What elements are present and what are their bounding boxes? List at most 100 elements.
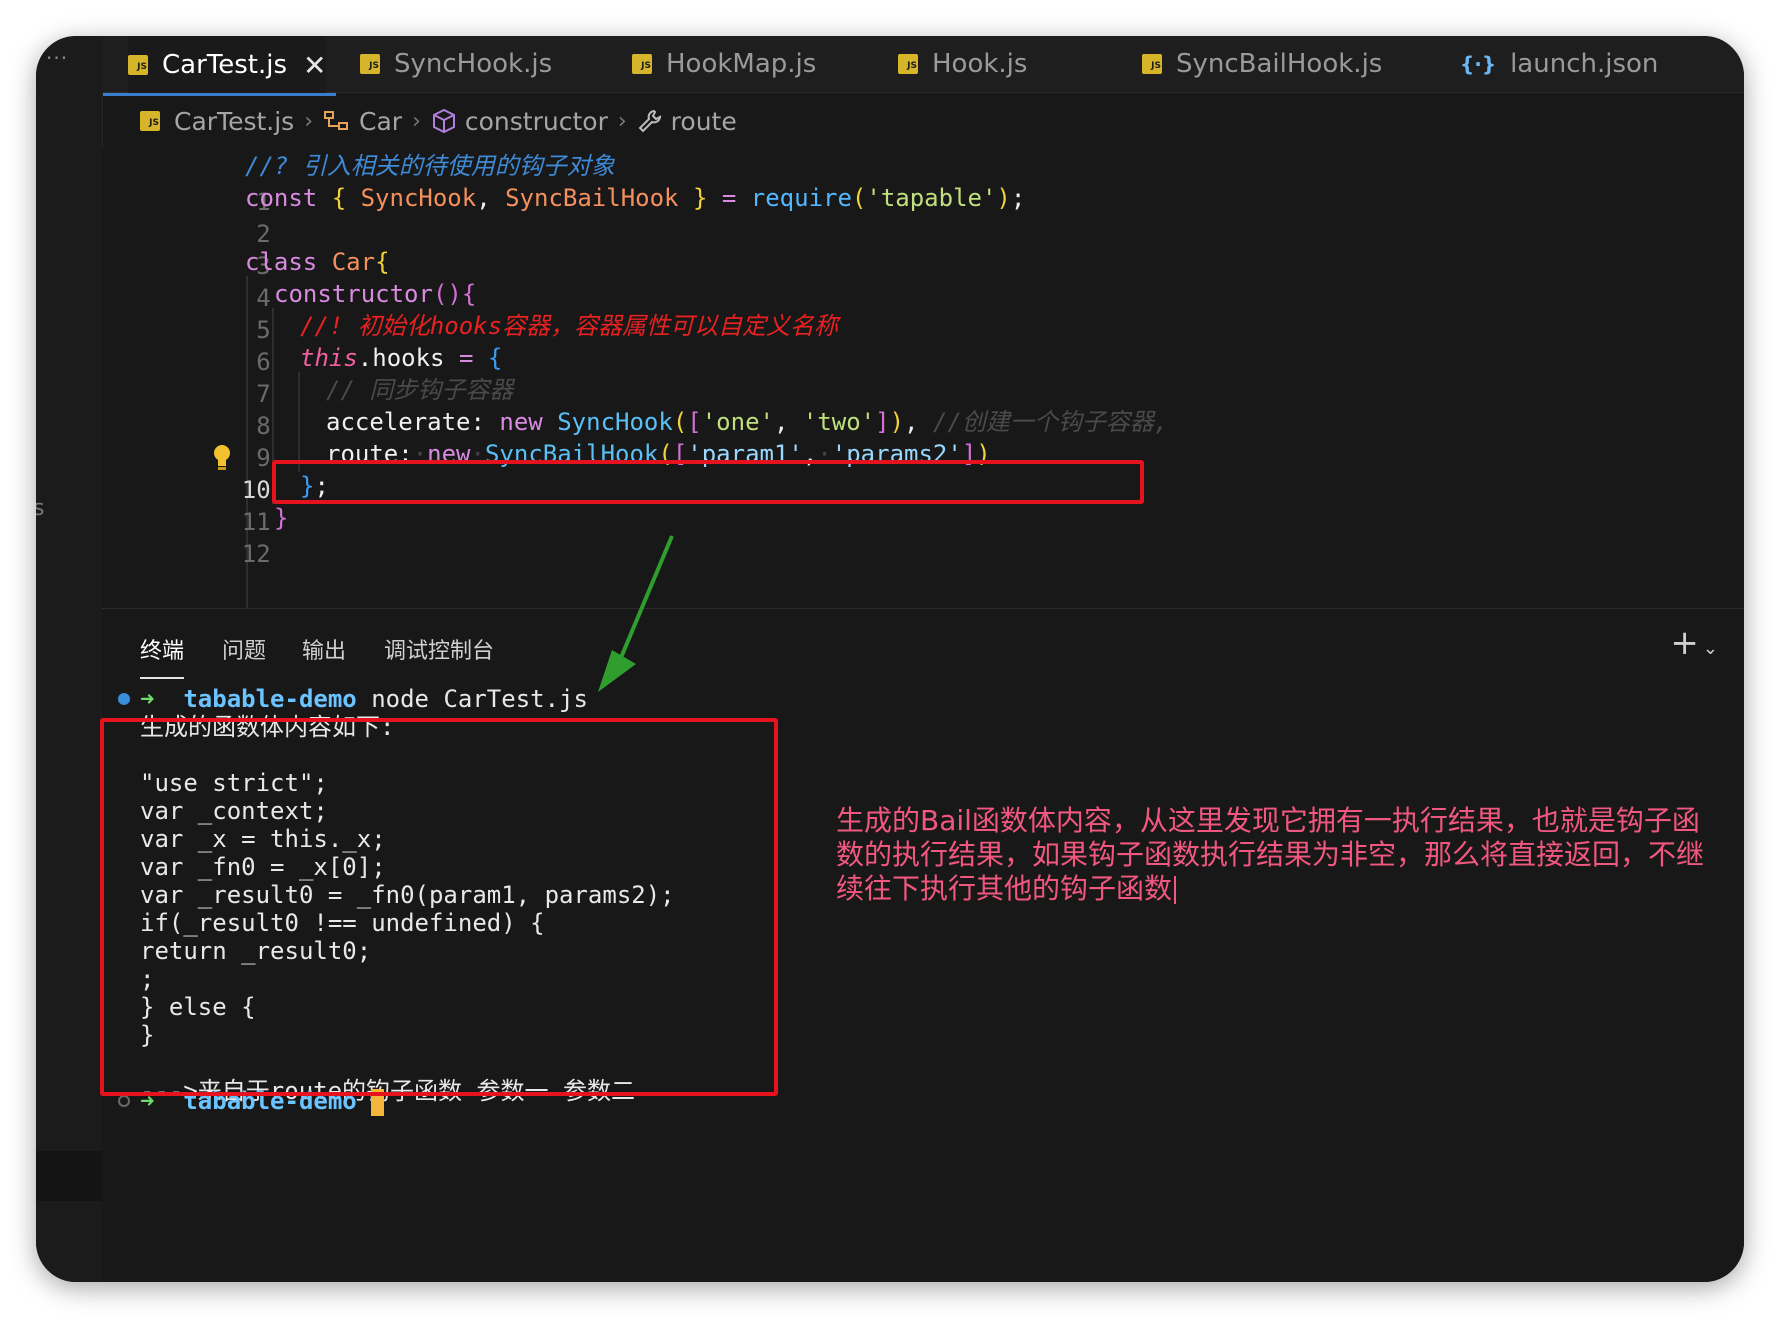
activity-bar-footer [36, 1151, 102, 1201]
code-editor[interactable]: 1 //? 引入相关的待使用的钩子对象 2 const { SyncHook, … [102, 148, 1744, 608]
tab-terminal[interactable]: 终端 [140, 633, 185, 679]
close-icon[interactable]: ✕ [303, 49, 326, 82]
text-caret [1174, 876, 1177, 904]
code-line: 2 const { SyncHook, SyncBailHook } = req… [102, 180, 1702, 248]
bracket: ] [875, 408, 890, 436]
brace: { [331, 184, 347, 212]
keyword: const [245, 184, 318, 212]
wrench-icon [637, 108, 663, 134]
operator: = [721, 184, 737, 212]
keyword: constructor [274, 280, 433, 308]
activity-bar: ··· s [36, 36, 103, 1282]
code-comment: //! 初始化hooks容器，容器属性可以自定义名称 [300, 312, 839, 340]
annotation-note: 生成的Bail函数体内容，从这里发现它拥有一执行结果，也就是钩子函数的执行结果，… [836, 804, 1706, 906]
keyword: class [245, 248, 318, 276]
js-file-icon: JS [140, 111, 160, 131]
operator: = [458, 344, 474, 372]
js-file-icon: JS [632, 54, 652, 74]
line-number: 12 [241, 540, 271, 568]
tab-hookmap[interactable]: JS HookMap.js [632, 36, 816, 92]
class-name: SyncHook [557, 408, 673, 436]
breadcrumb-file[interactable]: CarTest.js [174, 107, 294, 136]
paren: ( [672, 408, 688, 436]
highlight-box-output [100, 718, 778, 1096]
chevron-down-icon[interactable]: ⌄ [1703, 638, 1718, 659]
function-name: require [750, 184, 852, 212]
string: 'one' [701, 408, 774, 436]
paren: () [432, 280, 462, 308]
tab-synchook[interactable]: JS SyncHook.js [360, 36, 552, 92]
tab-label: SyncBailHook.js [1176, 49, 1383, 79]
code-line: 6 //! 初始化hooks容器，容器属性可以自定义名称 [102, 308, 1702, 376]
brace: } [692, 184, 708, 212]
js-file-icon: JS [360, 54, 380, 74]
terminal-prompt: ➜ tabable-demo node CarTest.js [140, 685, 588, 713]
tab-output[interactable]: 输出 [302, 633, 346, 665]
breadcrumb-class[interactable]: Car [359, 107, 402, 136]
code-comment: // 同步钩子容器 [326, 376, 514, 404]
code-line: 9 accelerate: new SyncHook(['one', 'two'… [102, 404, 1702, 472]
brace: { [461, 280, 477, 308]
breadcrumb-property[interactable]: route [671, 107, 737, 136]
property-name: accelerate [326, 408, 471, 436]
tab-label: Hook.js [932, 49, 1028, 79]
more-icon[interactable]: ··· [46, 46, 68, 70]
js-file-icon: JS [128, 55, 148, 75]
js-file-icon: JS [898, 54, 918, 74]
method-cube-icon [431, 108, 457, 134]
code-line: 5 constructor(){ [102, 276, 1702, 344]
bracket: [ [687, 408, 702, 436]
code-line: 4 class Car{ [102, 244, 1702, 312]
code-comment: //? 引入相关的待使用的钩子对象 [245, 152, 615, 180]
paren: ( [851, 184, 867, 212]
keyword: new [499, 408, 543, 436]
breadcrumb: JS CarTest.js › Car › constructor › rout… [102, 94, 1744, 148]
code-line: 8 // 同步钩子容器 [102, 372, 1702, 440]
punct: ; [1010, 184, 1026, 212]
js-file-icon: JS [1142, 54, 1162, 74]
code-line: 12 } [102, 500, 1702, 568]
annotation-text: 生成的Bail函数体内容，从这里发现它拥有一执行结果，也就是钩子函数的执行结果，… [836, 804, 1705, 905]
side-marker: s [36, 496, 45, 521]
punct: , [476, 184, 491, 212]
prompt-dir: tabable-demo [183, 685, 357, 713]
chevron-right-icon: › [412, 108, 421, 134]
tab-debug-console[interactable]: 调试控制台 [384, 633, 494, 665]
tab-label: CarTest.js [162, 50, 288, 80]
code-line: 1 //? 引入相关的待使用的钩子对象 [102, 148, 1702, 216]
json-file-icon: {·} [1460, 52, 1497, 76]
paren: ) [996, 184, 1011, 212]
code-comment: //创建一个钩子容器, [932, 408, 1169, 436]
code-line: 7 this.hooks = { [102, 340, 1702, 408]
class-name: Car [331, 248, 376, 276]
tab-label: SyncHook.js [394, 49, 553, 79]
identifier: SyncHook [360, 184, 477, 212]
tab-cartest[interactable]: JS CarTest.js ✕ [102, 36, 337, 96]
string: 'two' [802, 408, 876, 436]
tab-syncbailhook[interactable]: JS SyncBailHook.js [1142, 36, 1382, 92]
terminal-command: node CarTest.js [371, 685, 588, 713]
code-line: 3 [102, 212, 1702, 280]
tab-hook[interactable]: JS Hook.js [898, 36, 1027, 92]
lightbulb-icon[interactable] [212, 443, 232, 475]
breadcrumb-method[interactable]: constructor [465, 107, 608, 136]
punct: : [470, 408, 485, 436]
identifier: SyncBailHook [505, 184, 679, 212]
brace: { [487, 344, 503, 372]
string: 'tapable' [866, 184, 997, 212]
class-icon [323, 109, 351, 133]
tab-problems[interactable]: 问题 [222, 633, 266, 665]
chevron-right-icon: › [617, 108, 627, 134]
new-terminal-button[interactable]: + ⌄ [1670, 623, 1718, 663]
identifier: .hooks [357, 344, 445, 372]
tab-label: launch.json [1510, 49, 1659, 79]
editor-tabs: JS CarTest.js ✕ JS SyncHook.js JS HookMa… [102, 36, 1744, 96]
paren: ) [889, 408, 905, 436]
keyword: this [300, 344, 358, 372]
punct: , [904, 408, 919, 436]
brace: { [375, 248, 390, 276]
brace: } [274, 504, 289, 532]
tab-label: HookMap.js [666, 49, 817, 79]
prompt-status-dot [118, 693, 130, 705]
tab-launch-json[interactable]: {·} launch.json [1460, 36, 1658, 92]
